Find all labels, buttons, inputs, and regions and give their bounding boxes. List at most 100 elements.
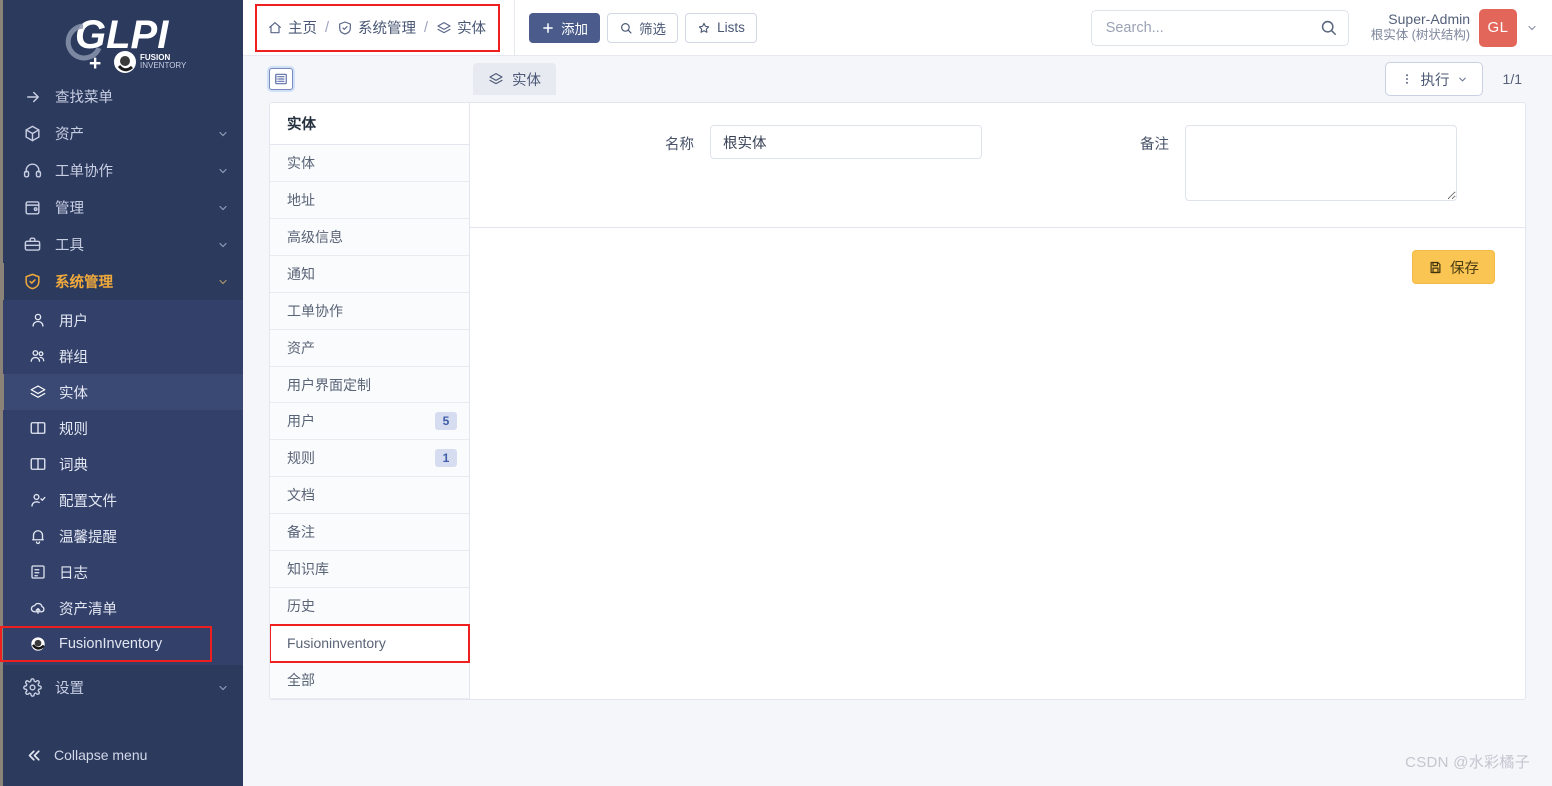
sidebar-item-administration-label: 系统管理 [55, 275, 113, 291]
chevron-down-icon[interactable] [1526, 22, 1538, 34]
sidebar-item-tools[interactable]: 工具 [0, 226, 243, 263]
sidebar-item-inventory-label: 资产清单 [59, 601, 117, 618]
sidebar-item-profiles-label: 配置文件 [59, 493, 117, 510]
svg-text:GLPI: GLPI [75, 13, 169, 57]
breadcrumb-item-entities[interactable]: 实体 [436, 17, 486, 38]
sidebar-item-reminders[interactable]: 温馨提醒 [0, 518, 243, 554]
tab-entity[interactable]: 实体 [473, 63, 556, 95]
users-icon [28, 346, 48, 366]
shield-icon [339, 20, 351, 35]
sidebar-item-management[interactable]: 管理 [0, 189, 243, 226]
bell-icon [28, 526, 48, 546]
tab-row-rules[interactable]: 规则 1 [270, 440, 469, 478]
global-search[interactable] [1090, 9, 1349, 46]
tab-row-knowledge-base[interactable]: 知识库 [270, 551, 469, 589]
sidebar: GLPI + FUSION INVENTORY 查找菜单 资产 工单协作 管理 … [0, 0, 243, 786]
tab-row-label: 资产 [287, 339, 315, 356]
entity-card: 实体 实体 地址 高级信息 通知 工单协作 资产 用户界面定制 用户 5 规则 … [269, 102, 1526, 700]
chevron-down-icon [219, 131, 227, 136]
sidebar-item-groups-label: 群组 [59, 349, 88, 366]
sidebar-item-administration[interactable]: 系统管理 [0, 263, 243, 300]
plus-icon [543, 22, 553, 33]
sidebar-item-fusioninventory-label: FusionInventory [59, 636, 163, 652]
dots-vertical-icon [1405, 74, 1408, 84]
content-toolbar-right: 执行 1/1 [1384, 62, 1526, 96]
list-view-icon[interactable] [269, 68, 293, 90]
sidebar-item-groups[interactable]: 群组 [0, 338, 243, 374]
sidebar-item-logs[interactable]: 日志 [0, 554, 243, 590]
wallet-icon [22, 197, 43, 218]
chevron-down-icon [219, 205, 227, 210]
tab-row-assistance[interactable]: 工单协作 [270, 292, 469, 330]
form-actions: 保存 [470, 228, 1525, 699]
sidebar-item-profiles[interactable]: 配置文件 [0, 482, 243, 518]
sidebar-subnav-administration: 用户 群组 实体 规则 词典 配置文件 温馨提醒 日志 资产清单 FusionI… [0, 300, 243, 665]
entity-tab-list: 实体 实体 地址 高级信息 通知 工单协作 资产 用户界面定制 用户 5 规则 … [270, 103, 470, 699]
tab-row-address[interactable]: 地址 [270, 181, 469, 219]
collapse-menu-button[interactable]: Collapse menu [0, 732, 243, 778]
notes-textarea[interactable] [1185, 125, 1457, 201]
tab-row-users[interactable]: 用户 5 [270, 403, 469, 441]
tab-row-fusioninventory[interactable]: Fusioninventory [270, 624, 470, 664]
name-input[interactable] [710, 125, 982, 159]
search-input[interactable] [1105, 19, 1319, 36]
chevron-down-icon [219, 168, 227, 173]
sidebar-item-search-menu[interactable]: 查找菜单 [0, 78, 243, 115]
sidebar-item-assets[interactable]: 资产 [0, 115, 243, 152]
content-toolbar: 实体 执行 1/1 [243, 56, 1552, 102]
avatar[interactable]: GL [1479, 8, 1517, 47]
layers-icon [28, 382, 48, 402]
sidebar-item-tickets-label: 工单协作 [55, 164, 113, 180]
sidebar-item-management-label: 管理 [55, 201, 84, 217]
sidebar-item-logs-label: 日志 [59, 565, 88, 582]
tab-row-ui-customization[interactable]: 用户界面定制 [270, 366, 469, 404]
box-icon [22, 123, 43, 144]
sidebar-item-entities-label: 实体 [59, 385, 88, 402]
chevrons-left-icon [26, 747, 43, 764]
sidebar-item-inventory[interactable]: 资产清单 [0, 590, 243, 626]
topbar: 主页 / 系统管理 / 实体 添加 筛选 Lists Search... Sup… [243, 0, 1552, 56]
tab-row-label: 历史 [287, 598, 315, 615]
breadcrumb-item-administration[interactable]: 系统管理 [337, 17, 416, 38]
save-button[interactable]: 保存 [1412, 250, 1495, 284]
sidebar-item-tools-label: 工具 [55, 238, 84, 254]
sidebar-item-users[interactable]: 用户 [0, 302, 243, 338]
user-check-icon [28, 490, 48, 510]
tab-row-notifications[interactable]: 通知 [270, 255, 469, 293]
sidebar-item-entities[interactable]: 实体 [0, 374, 243, 410]
tab-row-assets[interactable]: 资产 [270, 329, 469, 367]
list-view-glyph [275, 73, 287, 85]
tab-row-notes[interactable]: 备注 [270, 514, 469, 552]
sidebar-item-fusioninventory[interactable]: FusionInventory [0, 626, 212, 662]
tab-row-label: 高级信息 [287, 228, 343, 245]
shield-icon [22, 271, 43, 292]
execute-button[interactable]: 执行 [1384, 62, 1483, 96]
tab-row-label: 文档 [287, 487, 315, 504]
breadcrumb-entities-label: 实体 [457, 21, 487, 37]
tab-row-history[interactable]: 历史 [270, 588, 469, 626]
sidebar-item-setup[interactable]: 设置 [0, 669, 243, 706]
topbar-divider [514, 0, 516, 56]
book-icon [28, 454, 48, 474]
app-root: GLPI + FUSION INVENTORY 查找菜单 资产 工单协作 管理 … [0, 0, 1552, 786]
collapse-menu-label: Collapse menu [54, 747, 148, 763]
chevron-down-icon [219, 685, 227, 690]
breadcrumb-item-home[interactable]: 主页 [267, 17, 317, 38]
filter-button[interactable]: 筛选 [607, 12, 679, 43]
user-menu[interactable]: Super-Admin 根实体 (树状结构) GL [1371, 8, 1538, 47]
sidebar-item-rules[interactable]: 规则 [0, 410, 243, 446]
tab-row-advanced-info[interactable]: 高级信息 [270, 218, 469, 256]
sidebar-item-dictionaries[interactable]: 词典 [0, 446, 243, 482]
svg-text:INVENTORY: INVENTORY [140, 61, 187, 70]
glpi-logo[interactable]: GLPI + FUSION INVENTORY [0, 0, 243, 78]
tab-row-all[interactable]: 全部 [270, 662, 469, 699]
add-button[interactable]: 添加 [529, 12, 601, 43]
tab-row-entity[interactable]: 实体 [270, 144, 469, 182]
sidebar-item-tickets[interactable]: 工单协作 [0, 152, 243, 189]
tab-row-label: Fusioninventory [287, 635, 386, 652]
chevron-down-icon [1458, 77, 1466, 82]
notes-label: 备注 [1140, 137, 1169, 153]
lists-button[interactable]: Lists [685, 12, 757, 43]
search-icon[interactable] [1319, 18, 1338, 37]
tab-row-documents[interactable]: 文档 [270, 477, 469, 515]
